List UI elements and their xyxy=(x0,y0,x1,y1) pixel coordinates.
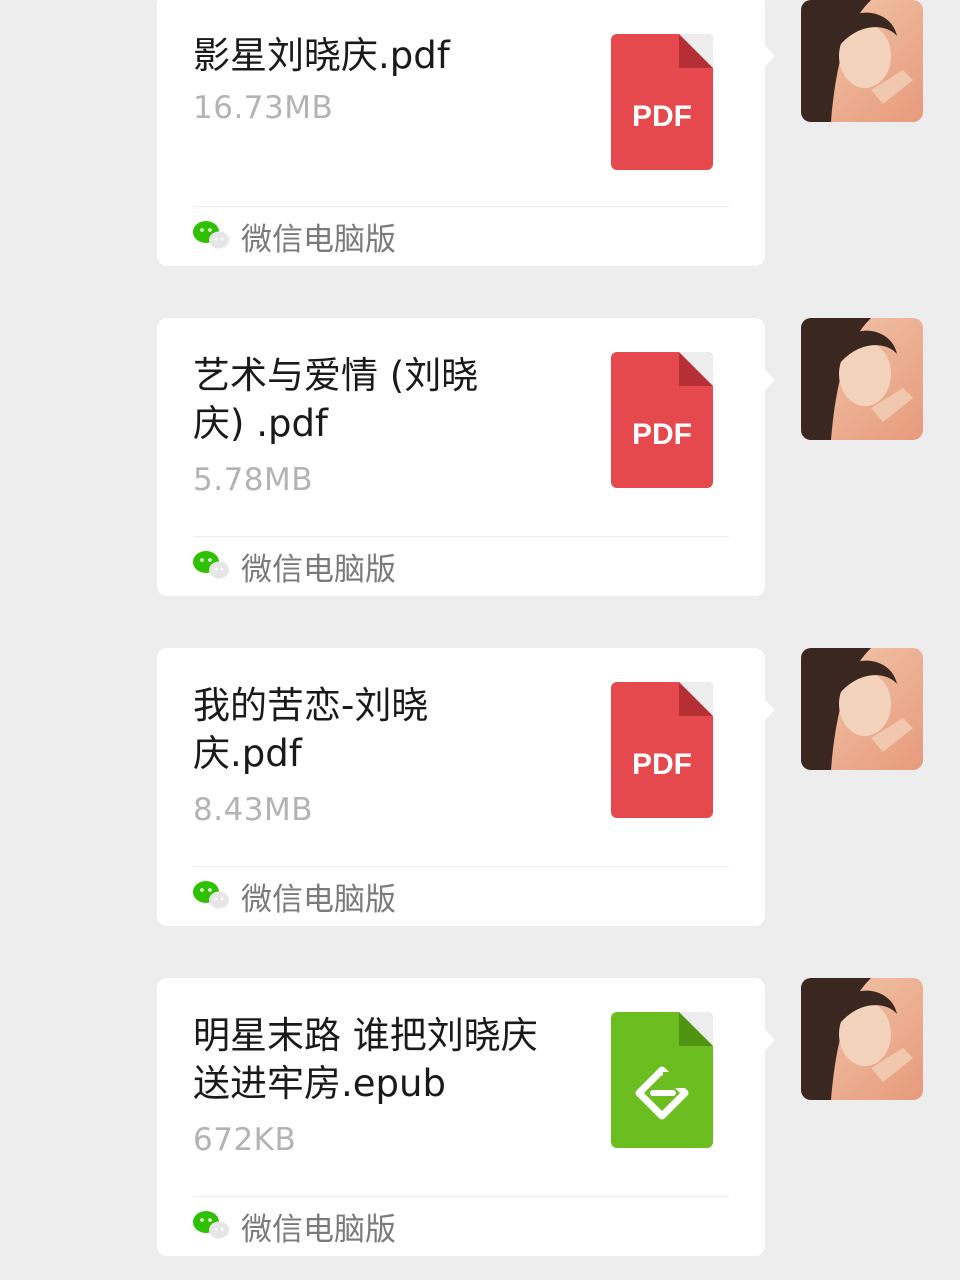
file-size: 8.43MB xyxy=(193,792,314,828)
wechat-icon xyxy=(193,880,229,914)
wechat-icon xyxy=(193,550,229,584)
file-name: 影星刘晓庆.pdf xyxy=(193,34,450,77)
file-name: 明星末路 谁把刘晓庆送进牢房.epub xyxy=(193,1014,538,1105)
source-label: 微信电脑版 xyxy=(241,1212,396,1248)
pdf-file-icon: PDF xyxy=(611,34,713,170)
file-name: 我的苦恋-刘晓庆.pdf xyxy=(193,684,429,775)
wechat-icon xyxy=(193,1210,229,1244)
file-size: 5.78MB xyxy=(193,462,314,498)
pdf-icon-label: PDF xyxy=(632,100,692,133)
pdf-file-icon: PDF xyxy=(611,352,713,488)
file-size: 672KB xyxy=(193,1122,297,1158)
file-message-bubble[interactable]: 明星末路 谁把刘晓庆送进牢房.epub 672KB 微信电脑版 xyxy=(157,978,775,1256)
source-label: 微信电脑版 xyxy=(241,882,396,918)
epub-icon-glyph xyxy=(635,1066,689,1124)
file-size: 16.73MB xyxy=(193,90,334,126)
source-label: 微信电脑版 xyxy=(241,552,396,588)
file-name: 艺术与爱情 (刘晓庆) .pdf xyxy=(193,354,479,445)
epub-file-icon xyxy=(611,1012,713,1148)
file-message-bubble[interactable]: 我的苦恋-刘晓庆.pdf 8.43MB PDF 微信电脑版 xyxy=(157,648,775,926)
avatar[interactable] xyxy=(801,978,923,1100)
file-message-bubble[interactable]: 影星刘晓庆.pdf 16.73MB PDF 微信电脑版 xyxy=(157,0,775,266)
file-message-bubble[interactable]: 艺术与爱情 (刘晓庆) .pdf 5.78MB PDF 微信电脑版 xyxy=(157,318,775,596)
pdf-icon-label: PDF xyxy=(632,418,692,451)
wechat-icon xyxy=(193,220,229,254)
source-label: 微信电脑版 xyxy=(241,222,396,258)
divider xyxy=(193,1196,729,1197)
divider xyxy=(193,866,729,867)
divider xyxy=(193,206,729,207)
avatar[interactable] xyxy=(801,318,923,440)
divider xyxy=(193,536,729,537)
avatar[interactable] xyxy=(801,0,923,122)
pdf-file-icon: PDF xyxy=(611,682,713,818)
avatar[interactable] xyxy=(801,648,923,770)
pdf-icon-label: PDF xyxy=(632,748,692,781)
